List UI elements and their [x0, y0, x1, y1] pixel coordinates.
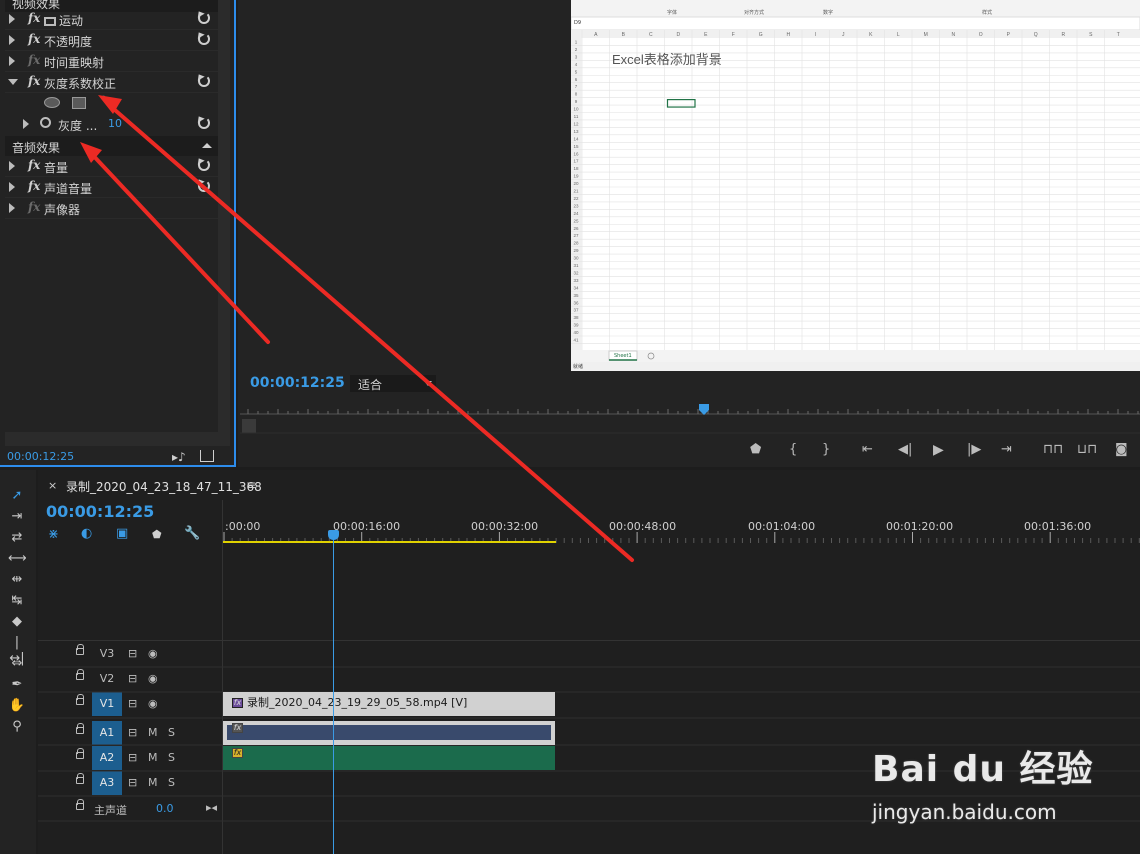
- baidu-watermark-logo: Bai du 经验: [872, 749, 1094, 790]
- red-arrow-1: [106, 102, 634, 562]
- annotation-arrows: [80, 95, 634, 562]
- watermark-url: jingyan.baidu.com: [872, 800, 1057, 824]
- red-arrow-2: [86, 148, 270, 344]
